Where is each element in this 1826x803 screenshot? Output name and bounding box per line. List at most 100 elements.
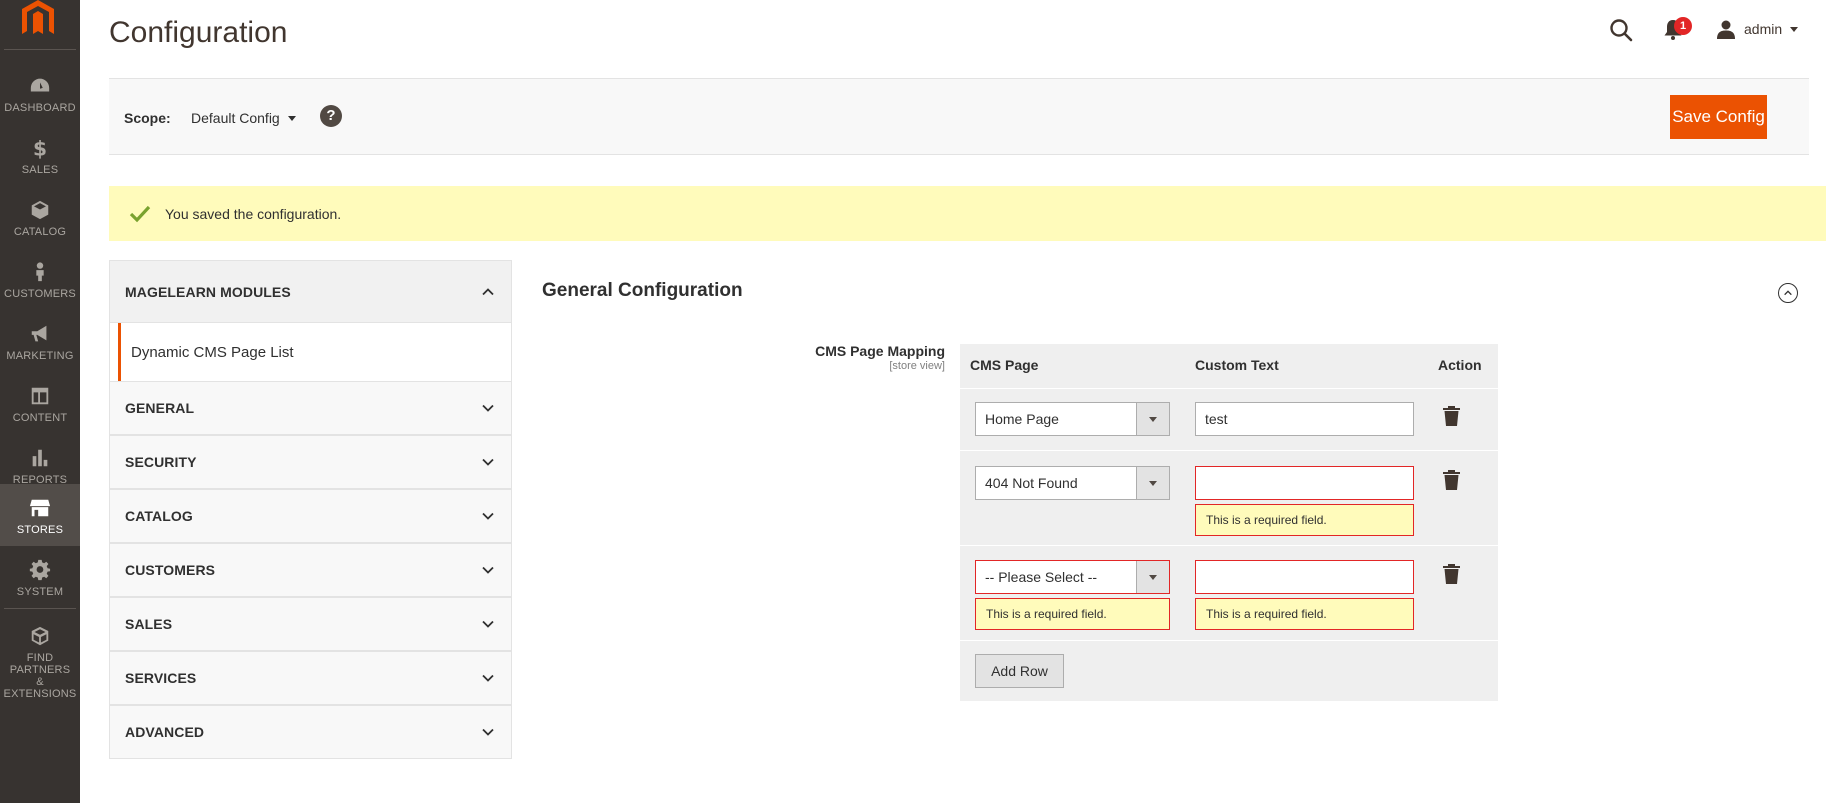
nav-catalog[interactable]: CATALOG bbox=[0, 186, 80, 248]
cms-page-select-value: Home Page bbox=[985, 411, 1059, 427]
layout-icon bbox=[28, 384, 52, 408]
cms-page-mapping-label: CMS Page Mapping [store view] bbox=[700, 343, 945, 372]
nav-system[interactable]: SYSTEM bbox=[0, 546, 80, 608]
validation-error: This is a required field. bbox=[1195, 598, 1414, 630]
cms-page-select[interactable]: 404 Not Found bbox=[975, 466, 1170, 500]
tab-group-label: SERVICES bbox=[125, 670, 197, 686]
nav-content[interactable]: CONTENT bbox=[0, 372, 80, 434]
trash-icon bbox=[1443, 564, 1460, 584]
success-message-text: You saved the configuration. bbox=[165, 205, 342, 222]
tab-group-general[interactable]: GENERAL bbox=[109, 381, 512, 435]
bar-chart-icon bbox=[28, 446, 52, 470]
user-name: admin bbox=[1744, 21, 1783, 37]
scope-switcher[interactable]: Default Config bbox=[191, 107, 296, 129]
tab-group-services[interactable]: SERVICES bbox=[109, 651, 512, 705]
page-title: Configuration bbox=[109, 16, 288, 49]
trash-icon bbox=[1443, 406, 1460, 426]
tab-group-label: GENERAL bbox=[125, 400, 195, 416]
chevron-down-icon bbox=[1149, 416, 1157, 422]
user-menu[interactable]: admin bbox=[1716, 16, 1799, 42]
tab-group-advanced[interactable]: ADVANCED bbox=[109, 705, 512, 759]
row-divider bbox=[960, 640, 1498, 641]
nav-system-label: SYSTEM bbox=[16, 586, 64, 598]
scope-value: Default Config bbox=[191, 110, 280, 126]
select-arrow bbox=[1136, 467, 1169, 499]
scope-label: Scope: bbox=[124, 110, 171, 126]
chevron-down-icon bbox=[482, 674, 494, 682]
search-icon[interactable] bbox=[1608, 17, 1634, 43]
delete-row-button[interactable] bbox=[1443, 470, 1463, 492]
dollar-icon: $ bbox=[28, 136, 52, 160]
svg-text:$: $ bbox=[33, 137, 47, 159]
tab-group-security[interactable]: SECURITY bbox=[109, 435, 512, 489]
delete-row-button[interactable] bbox=[1443, 564, 1463, 586]
boxes-icon bbox=[28, 626, 52, 648]
sidebar-divider bbox=[4, 49, 76, 50]
tab-group-catalog[interactable]: CATALOG bbox=[109, 489, 512, 543]
chevron-down-icon bbox=[1790, 26, 1799, 32]
field-scope-text: [store view] bbox=[889, 360, 945, 372]
nav-customers-label: CUSTOMERS bbox=[4, 288, 76, 300]
help-icon[interactable]: ? bbox=[320, 105, 342, 127]
cms-page-select-value: 404 Not Found bbox=[985, 475, 1078, 491]
checkmark-icon bbox=[129, 205, 151, 222]
nav-sales[interactable]: $ SALES bbox=[0, 124, 80, 186]
nav-find-partners-label: FIND PARTNERS bbox=[9, 652, 71, 676]
nav-marketing[interactable]: MARKETING bbox=[0, 310, 80, 372]
nav-customers[interactable]: CUSTOMERS bbox=[0, 248, 80, 310]
notifications-badge[interactable]: 1 bbox=[1674, 17, 1692, 35]
nav-find-partners-label-2: & EXTENSIONS bbox=[3, 676, 77, 700]
custom-text-input[interactable] bbox=[1195, 560, 1414, 594]
validation-error: This is a required field. bbox=[975, 598, 1170, 630]
nav-find-partners[interactable]: FIND PARTNERS & EXTENSIONS bbox=[0, 614, 80, 700]
cms-page-select-value: -- Please Select -- bbox=[985, 569, 1098, 585]
tab-group-magelearn-modules[interactable]: MAGELEARN MODULES bbox=[109, 260, 512, 323]
chevron-down-icon bbox=[482, 512, 494, 520]
nav-dashboard-label: DASHBOARD bbox=[4, 102, 76, 114]
dashboard-icon bbox=[28, 74, 52, 98]
nav-content-label: CONTENT bbox=[12, 412, 68, 424]
row-divider bbox=[960, 450, 1498, 451]
custom-text-input[interactable]: test bbox=[1195, 402, 1414, 436]
add-row-button[interactable]: Add Row bbox=[975, 654, 1064, 688]
nav-stores[interactable]: STORES bbox=[0, 484, 80, 546]
admin-sidebar: DASHBOARD $ SALES CATALOG CUSTOMERS MARK… bbox=[0, 0, 80, 803]
cms-page-mapping-grid: CMS Page Custom Text Action Home Page te… bbox=[960, 344, 1498, 701]
chevron-down-icon bbox=[482, 404, 494, 412]
tab-group-label: SECURITY bbox=[125, 454, 197, 470]
user-icon bbox=[1717, 20, 1735, 39]
nav-catalog-label: CATALOG bbox=[13, 226, 67, 238]
chevron-down-icon bbox=[482, 620, 494, 628]
tab-group-label: ADVANCED bbox=[125, 724, 205, 740]
column-header-cms-page: CMS Page bbox=[970, 357, 1039, 373]
tab-group-label: MAGELEARN MODULES bbox=[125, 283, 291, 300]
tab-group-customers[interactable]: CUSTOMERS bbox=[109, 543, 512, 597]
nav-stores-label: STORES bbox=[16, 524, 64, 536]
tab-link-label: Dynamic CMS Page List bbox=[131, 343, 294, 361]
config-tabs: MAGELEARN MODULES Dynamic CMS Page List … bbox=[109, 260, 512, 759]
tab-group-sales[interactable]: SALES bbox=[109, 597, 512, 651]
collapse-section-icon[interactable] bbox=[1778, 283, 1798, 303]
select-arrow bbox=[1136, 403, 1169, 435]
custom-text-input[interactable] bbox=[1195, 466, 1414, 500]
cms-page-select[interactable]: -- Please Select -- bbox=[975, 560, 1170, 594]
cms-page-select[interactable]: Home Page bbox=[975, 402, 1170, 436]
chevron-down-icon bbox=[482, 728, 494, 736]
save-config-button[interactable]: Save Config bbox=[1670, 95, 1767, 139]
nav-dashboard[interactable]: DASHBOARD bbox=[0, 62, 80, 124]
nav-sales-label: SALES bbox=[21, 164, 59, 176]
chevron-down-icon bbox=[1149, 574, 1157, 580]
section-title[interactable]: General Configuration bbox=[542, 280, 743, 302]
row-divider bbox=[960, 545, 1498, 546]
delete-row-button[interactable] bbox=[1443, 406, 1463, 428]
magento-logo-icon[interactable] bbox=[18, 0, 58, 34]
select-arrow bbox=[1136, 561, 1169, 593]
success-message: You saved the configuration. bbox=[109, 186, 1826, 241]
megaphone-icon bbox=[28, 322, 52, 346]
tab-group-label: SALES bbox=[125, 616, 173, 632]
column-header-action: Action bbox=[1438, 357, 1482, 373]
validation-error: This is a required field. bbox=[1195, 504, 1414, 536]
chevron-down-icon bbox=[482, 458, 494, 466]
tab-dynamic-cms-page-list[interactable]: Dynamic CMS Page List bbox=[109, 323, 512, 381]
nav-marketing-label: MARKETING bbox=[6, 350, 74, 362]
